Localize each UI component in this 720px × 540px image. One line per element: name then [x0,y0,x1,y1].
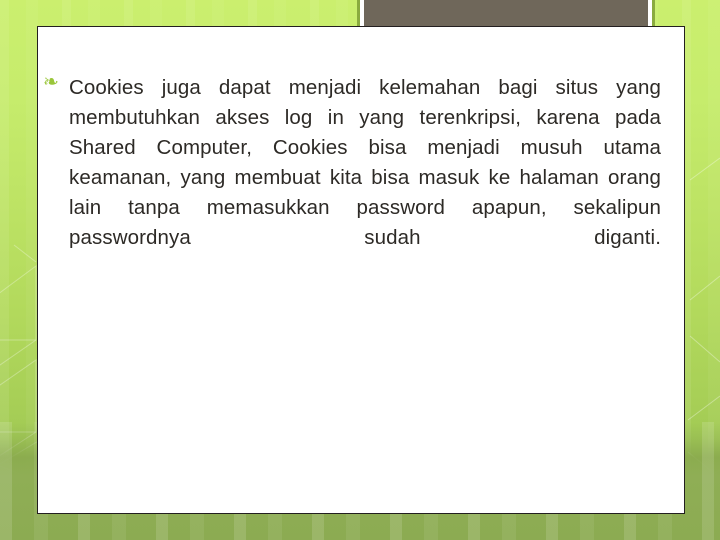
list-item[interactable]: ❧ Cookies juga dapat menjadi kelemahan b… [38,27,684,283]
bullet-paragraph-text: Cookies juga dapat menjadi kelemahan bag… [69,76,661,249]
content-placeholder[interactable]: ❧ Cookies juga dapat menjadi kelemahan b… [37,26,685,514]
bullet-list: ❧ Cookies juga dapat menjadi kelemahan b… [38,27,684,283]
bullet-leaf-icon: ❧ [43,72,59,93]
presentation-slide: ❧ Cookies juga dapat menjadi kelemahan b… [0,0,720,540]
